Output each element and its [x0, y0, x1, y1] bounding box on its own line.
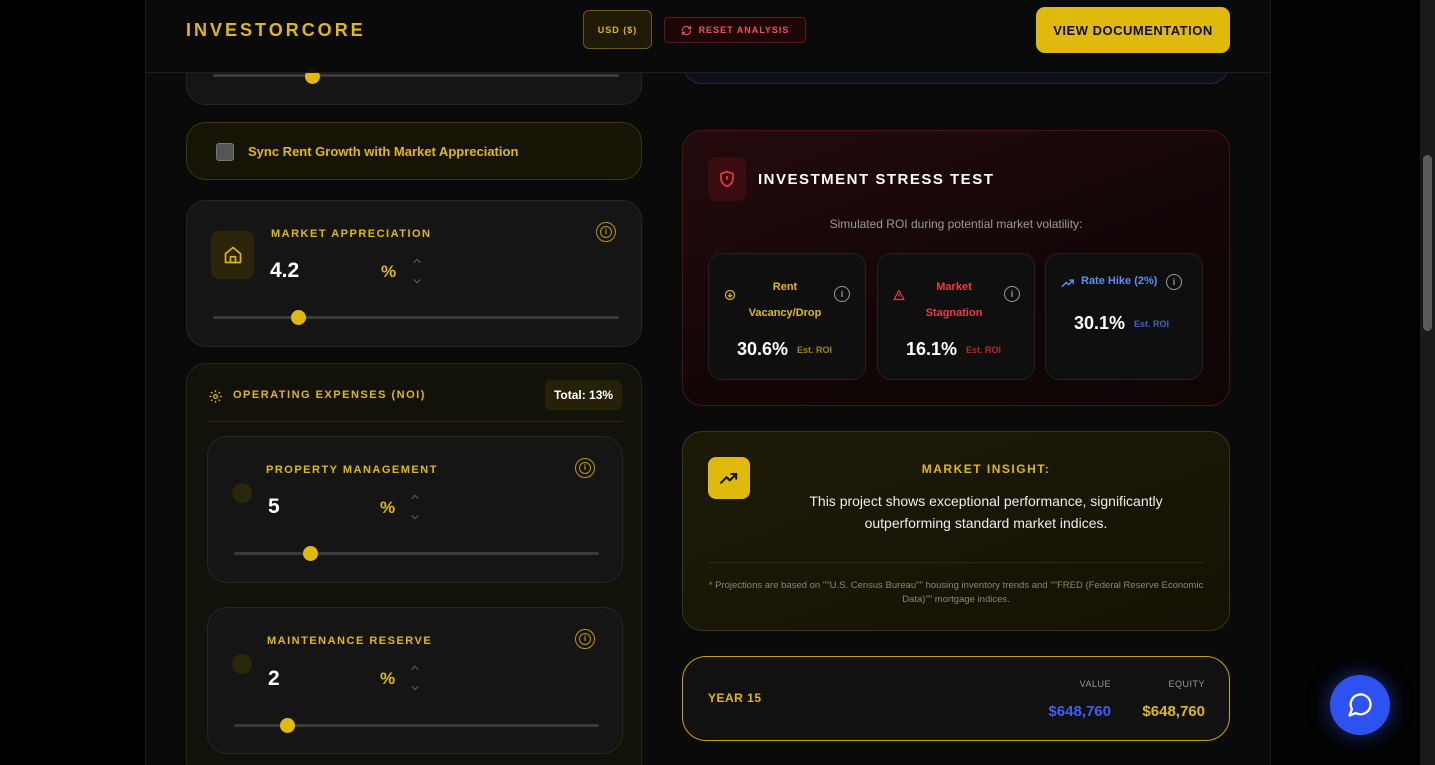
refresh-icon: [681, 25, 691, 35]
info-icon[interactable]: i: [575, 629, 595, 649]
arrow-down-circle-icon: [724, 289, 736, 301]
chevron-up-icon[interactable]: [412, 256, 422, 266]
info-icon[interactable]: i: [1004, 286, 1020, 302]
scenario-title-line: Market: [936, 281, 972, 293]
maintenance-reserve-slider-thumb[interactable]: [280, 718, 295, 733]
scenario-market-stagnation-title: Market Stagnation: [908, 274, 1000, 326]
home-icon: [211, 231, 254, 279]
scenario-title-line: Vacancy/Drop: [748, 307, 822, 319]
page-gutter: [1271, 0, 1420, 765]
scenario-rate-hike-roi: 30.1%: [1074, 313, 1126, 333]
reset-analysis-label: RESET ANALYSIS: [698, 25, 790, 35]
property-management-slider-track[interactable]: [234, 552, 599, 555]
year-label: YEAR 15: [708, 691, 762, 705]
scenario-rent-vacancy: Rent Vacancy/Drop i 30.6% Est. ROI: [708, 253, 866, 380]
rent-growth-slider-track[interactable]: [213, 74, 619, 77]
top-header: INVESTORCORE USD ($) RESET ANALYSIS VIEW…: [146, 0, 1270, 73]
status-dot: [232, 483, 252, 503]
scenario-rate-hike-tag: Est. ROI: [1134, 319, 1170, 329]
market-appreciation-slider-track[interactable]: [213, 316, 619, 319]
market-insight-card: MARKET INSIGHT: This project shows excep…: [682, 431, 1230, 631]
reset-analysis-button[interactable]: RESET ANALYSIS: [664, 17, 806, 43]
sync-checkbox[interactable]: [216, 143, 234, 161]
market-appreciation-card: MARKET APPRECIATION 4.2 % i: [186, 200, 642, 347]
projected-equity: $648,760: [1142, 703, 1205, 720]
property-management-label: PROPERTY MANAGEMENT: [266, 464, 438, 476]
warning-triangle-icon: [893, 289, 905, 301]
property-management-card: PROPERTY MANAGEMENT 5 % i: [207, 436, 623, 583]
market-appreciation-label: MARKET APPRECIATION: [271, 228, 432, 240]
scenario-rent-vacancy-tag: Est. ROI: [797, 345, 833, 355]
property-management-input[interactable]: 5: [268, 495, 280, 519]
maintenance-reserve-unit: %: [380, 669, 396, 688]
maintenance-reserve-label: MAINTENANCE RESERVE: [267, 635, 433, 647]
chat-button[interactable]: [1330, 675, 1390, 735]
maintenance-reserve-card: MAINTENANCE RESERVE 2 % i: [207, 607, 623, 754]
chevron-down-icon[interactable]: [410, 512, 420, 522]
scenario-market-stagnation: Market Stagnation i 16.1% Est. ROI: [877, 253, 1035, 380]
maintenance-reserve-input[interactable]: 2: [268, 667, 280, 691]
shield-icon: [708, 157, 746, 201]
scrollbar-track[interactable]: [1420, 0, 1435, 765]
market-insight-title: MARKET INSIGHT:: [921, 462, 1051, 476]
sync-label: Sync Rent Growth with Market Appreciatio…: [248, 144, 519, 159]
info-icon[interactable]: i: [596, 222, 616, 242]
sync-rent-growth-row[interactable]: Sync Rent Growth with Market Appreciatio…: [186, 122, 642, 180]
market-insight-body: This project shows exceptional performan…: [809, 493, 1163, 531]
year-summary-card: YEAR 15 VALUE EQUITY $648,760 $648,760: [682, 656, 1230, 741]
scenario-market-stagnation-tag: Est. ROI: [966, 345, 1002, 355]
chat-bubble-icon: [1348, 693, 1372, 717]
market-insight-divider: [708, 562, 1204, 563]
operating-expenses-card: OPERATING EXPENSES (NOI) Total: 13% PROP…: [186, 363, 642, 765]
stress-test-subtitle: Simulated ROI during potential market vo…: [829, 217, 1083, 231]
scenario-rate-hike: Rate Hike (2%) i 30.1% Est. ROI: [1045, 253, 1203, 380]
projected-value: $648,760: [1048, 703, 1111, 720]
stress-test-title: INVESTMENT STRESS TEST: [758, 171, 995, 188]
scenario-rent-vacancy-roi: 30.6%: [737, 339, 789, 359]
view-documentation-button[interactable]: VIEW DOCUMENTATION: [1036, 7, 1230, 53]
info-icon[interactable]: i: [1166, 274, 1182, 290]
opex-title: OPERATING EXPENSES (NOI): [233, 389, 426, 401]
market-appreciation-input[interactable]: 4.2: [270, 259, 299, 283]
market-appreciation-unit: %: [381, 262, 397, 281]
value-header: VALUE: [1079, 679, 1111, 689]
scenario-rent-vacancy-title: Rent Vacancy/Drop: [739, 274, 831, 326]
scenario-title-line: Rent: [772, 281, 798, 293]
chevron-down-icon[interactable]: [412, 276, 422, 286]
trending-up-icon: [708, 457, 750, 499]
gear-icon: [209, 390, 222, 403]
property-management-slider-thumb[interactable]: [303, 546, 318, 561]
scenario-rate-hike-title: Rate Hike (2%): [1081, 275, 1158, 287]
chevron-up-icon[interactable]: [410, 492, 420, 502]
chevron-down-icon[interactable]: [410, 683, 420, 693]
stress-test-card: INVESTMENT STRESS TEST Simulated ROI dur…: [682, 130, 1230, 406]
opex-total-badge: Total: 13%: [545, 380, 622, 410]
opex-divider: [207, 421, 623, 422]
market-insight-footnote: * Projections are based on ""U.S. Census…: [708, 580, 1204, 605]
info-icon[interactable]: i: [834, 286, 850, 302]
brand-logo[interactable]: INVESTORCORE: [186, 20, 366, 41]
scenario-title-line: Stagnation: [925, 307, 983, 319]
status-dot: [232, 654, 252, 674]
equity-header: EQUITY: [1168, 679, 1205, 689]
market-appreciation-slider-thumb[interactable]: [291, 310, 306, 325]
scenario-market-stagnation-roi: 16.1%: [906, 339, 958, 359]
currency-button[interactable]: USD ($): [583, 10, 652, 49]
chevron-up-icon[interactable]: [410, 663, 420, 673]
scrollbar-thumb[interactable]: [1423, 155, 1432, 331]
trending-up-icon: [1061, 279, 1074, 288]
property-management-unit: %: [380, 498, 396, 517]
info-icon[interactable]: i: [575, 458, 595, 478]
